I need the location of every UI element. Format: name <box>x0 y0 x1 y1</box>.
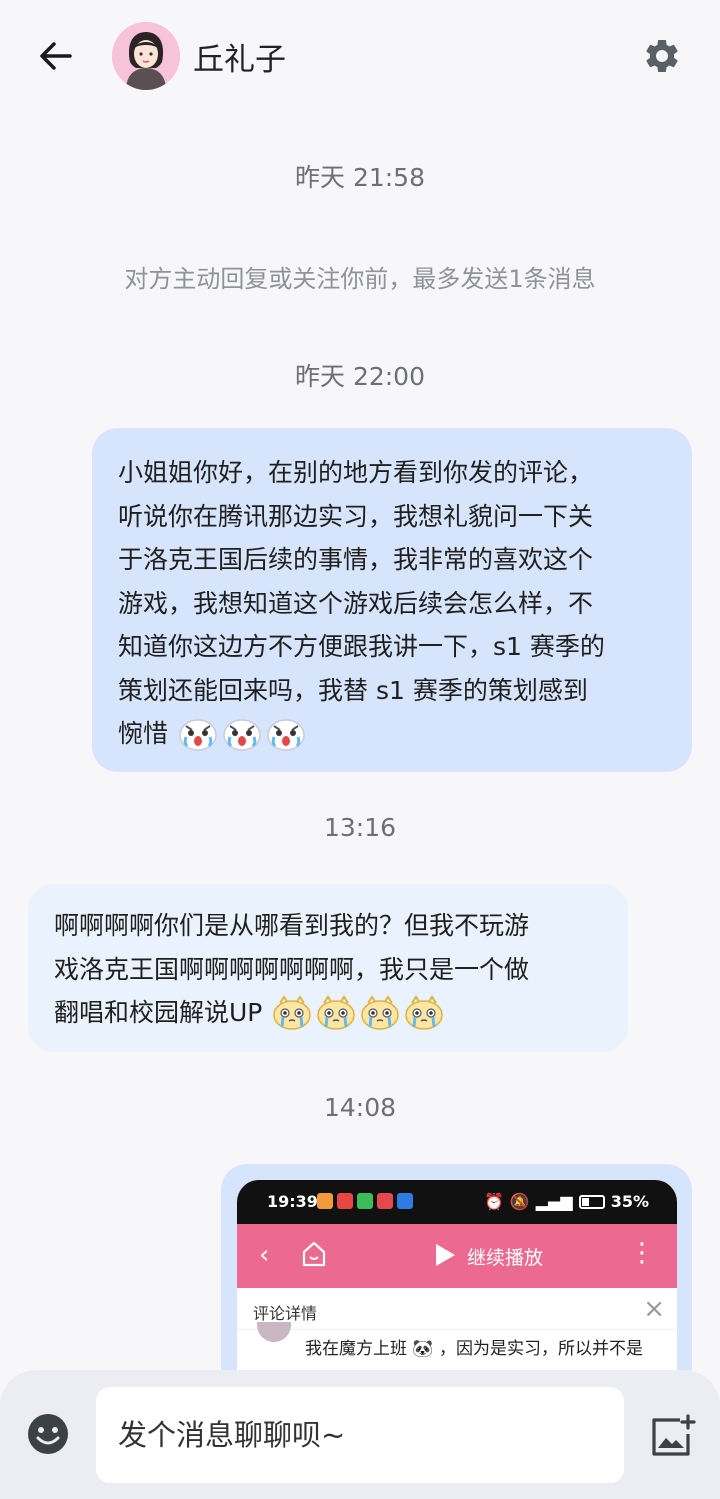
add-photo-icon <box>652 1414 696 1456</box>
status-indicators: ⏰ 🔕 ▂▄▆ 35% <box>484 1192 649 1211</box>
signal-icon: ▂▄▆ <box>535 1192 573 1211</box>
app-icon <box>337 1193 353 1209</box>
message-line: 翻唱和校园解说UP <box>54 998 263 1027</box>
app-icon <box>357 1193 373 1209</box>
timestamp: 昨天 22:00 <box>295 362 425 391</box>
smiley-icon <box>28 1414 68 1454</box>
sticker-icon: 🐼 <box>412 1339 434 1359</box>
arrow-left-icon <box>40 42 72 70</box>
avatar-illustration <box>112 22 180 90</box>
commenter-avatar <box>257 1322 291 1342</box>
gear-icon <box>646 39 678 72</box>
message-line: 策划还能回来吗，我替 s1 赛季的策划感到 <box>118 675 588 705</box>
screenshot-nav-bar: ‹ 继续播放 ⋮ <box>237 1224 677 1288</box>
tearful-emoji-icon <box>361 995 400 1030</box>
contact-avatar[interactable] <box>112 22 180 90</box>
chevron-left-icon: ‹ <box>259 1240 270 1270</box>
add-image-button[interactable] <box>650 1414 696 1458</box>
chat-header: 丘礼子 <box>0 0 720 112</box>
incoming-message-bubble[interactable]: 啊啊啊啊你们是从哪看到我的？但我不玩游 戏洛克王国啊啊啊啊啊啊啊，我只是一个做 … <box>28 884 628 1052</box>
system-notice: 对方主动回复或关注你前，最多发送1条消息 <box>124 265 596 293</box>
message-line: 啊啊啊啊你们是从哪看到我的？但我不玩游 <box>54 911 530 940</box>
screenshot-status-bar: 19:39 ⏰ 🔕 ▂▄▆ 35% <box>237 1180 677 1224</box>
comment-text: 我在魔方上班 <box>305 1339 407 1359</box>
home-icon <box>302 1241 326 1267</box>
crying-emoji-icon <box>223 719 261 751</box>
app-icon <box>377 1193 393 1209</box>
alarm-icon: ⏰ <box>483 1192 504 1211</box>
message-line: 惋惜 <box>118 719 169 748</box>
screenshot-sub-header: 评论详情 × <box>237 1288 677 1330</box>
more-icon: ⋮ <box>629 1238 655 1268</box>
message-input[interactable] <box>96 1387 624 1483</box>
timestamp: 13:16 <box>323 813 397 842</box>
crying-emoji-icon <box>267 719 305 751</box>
back-button[interactable] <box>36 36 76 76</box>
message-line: 听说你在腾讯那边实习，我想礼貌问一下关 <box>118 501 594 531</box>
status-app-icons <box>317 1193 413 1209</box>
battery-percent: 35% <box>610 1192 649 1211</box>
message-input-bar <box>0 1370 720 1499</box>
battery-icon <box>578 1194 605 1209</box>
comment-detail-title: 评论详情 <box>253 1304 318 1323</box>
message-line: 小姐姐你好，在别的地方看到你发的评论， <box>118 458 594 487</box>
app-icon <box>397 1193 413 1209</box>
crying-emoji-icon <box>179 719 217 751</box>
screenshot-image[interactable]: 19:39 ⏰ 🔕 ▂▄▆ 35% ‹ 继续播放 ⋮ 评论详情 × 我在魔方上班… <box>237 1180 677 1394</box>
message-line: 戏洛克王国啊啊啊啊啊啊啊，我只是一个做 <box>54 954 530 984</box>
message-line: 知道你这边方不方便跟我讲一下，s1 赛季的 <box>118 632 605 661</box>
close-icon: × <box>643 1294 665 1324</box>
message-line: 于洛克王国后续的事情，我非常的喜欢这个 <box>118 545 594 574</box>
timestamp: 14:08 <box>323 1093 397 1122</box>
mute-icon: 🔕 <box>509 1192 530 1211</box>
outgoing-message-bubble[interactable]: 小姐姐你好，在别的地方看到你发的评论， 听说你在腾讯那边实习，我想礼貌问一下关 … <box>92 428 692 772</box>
app-icon <box>317 1193 333 1209</box>
comment-text: ，因为是实习，所以并不是 <box>438 1339 643 1359</box>
timestamp: 昨天 21:58 <box>295 163 425 192</box>
screenshot-comment: 我在魔方上班 🐼 ，因为是实习，所以并不是 <box>237 1322 677 1370</box>
image-message-bubble[interactable]: 19:39 ⏰ 🔕 ▂▄▆ 35% ‹ 继续播放 ⋮ 评论详情 × 我在魔方上班… <box>221 1164 692 1394</box>
continue-play-label: 继续播放 <box>467 1247 544 1269</box>
play-icon <box>436 1244 455 1266</box>
contact-name[interactable]: 丘礼子 <box>193 34 286 79</box>
tearful-emoji-icon <box>317 995 356 1030</box>
tearful-emoji-icon <box>405 995 444 1030</box>
emoji-button[interactable] <box>26 1412 70 1456</box>
message-line: 游戏，我想知道这个游戏后续会怎么样，不 <box>118 588 594 618</box>
status-time: 19:39 <box>267 1192 318 1211</box>
settings-button[interactable] <box>642 36 682 76</box>
tearful-emoji-icon <box>273 995 312 1030</box>
